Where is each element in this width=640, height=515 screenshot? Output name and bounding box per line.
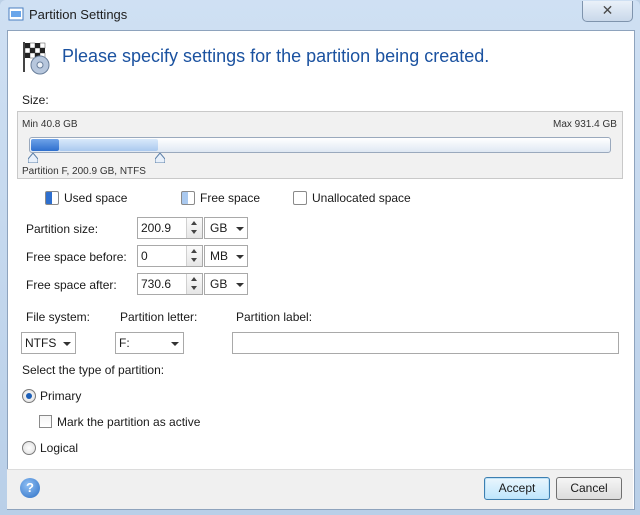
primary-radio[interactable] bbox=[22, 389, 36, 403]
chevron-down-icon bbox=[236, 283, 244, 287]
max-size-label: Max 931.4 GB bbox=[553, 119, 617, 130]
help-icon[interactable]: ? bbox=[20, 478, 40, 498]
logical-radio-label[interactable]: Logical bbox=[40, 441, 78, 455]
free-space-after-unit-value: GB bbox=[210, 277, 228, 291]
min-size-label: Min 40.8 GB bbox=[22, 119, 78, 130]
cancel-button[interactable]: Cancel bbox=[556, 477, 622, 500]
free-space-after-value: 730.6 bbox=[141, 277, 172, 291]
slider-right-handle[interactable] bbox=[155, 153, 165, 163]
close-button[interactable]: ✕ bbox=[582, 1, 633, 22]
dialog-client-area bbox=[7, 30, 635, 510]
unallocated-space-legend-icon bbox=[293, 191, 307, 205]
unallocated-space-legend-label: Unallocated space bbox=[312, 191, 411, 205]
partition-letter-value: F: bbox=[119, 336, 130, 350]
mark-active-checkbox[interactable] bbox=[39, 415, 52, 428]
chevron-down-icon bbox=[171, 342, 179, 346]
accept-button[interactable]: Accept bbox=[484, 477, 550, 500]
free-space-after-spin-arrows[interactable] bbox=[186, 274, 202, 294]
free-space-before-unit-value: MB bbox=[210, 249, 228, 263]
used-space-bar bbox=[31, 139, 59, 151]
chevron-down-icon bbox=[63, 342, 71, 346]
partition-letter-label: Partition letter: bbox=[120, 310, 198, 324]
size-label: Size: bbox=[22, 93, 49, 107]
logical-radio[interactable] bbox=[22, 441, 36, 455]
window-title: Partition Settings bbox=[29, 7, 128, 22]
free-space-legend-icon bbox=[181, 191, 195, 205]
free-space-after-spinner[interactable]: 730.6 bbox=[137, 273, 203, 295]
slider-left-handle[interactable] bbox=[28, 153, 38, 163]
partition-size-label: Partition size: bbox=[26, 222, 99, 236]
primary-radio-label[interactable]: Primary bbox=[40, 389, 81, 403]
file-system-label: File system: bbox=[26, 310, 91, 324]
free-space-bar bbox=[59, 139, 158, 151]
free-space-after-unit-dropdown[interactable]: GB bbox=[204, 273, 248, 295]
file-system-dropdown[interactable]: NTFS bbox=[21, 332, 76, 354]
partition-size-value: 200.9 bbox=[141, 221, 172, 235]
checkered-flag-disk-icon bbox=[23, 42, 50, 75]
free-space-before-spinner[interactable]: 0 bbox=[137, 245, 203, 267]
partition-label-input[interactable] bbox=[232, 332, 619, 354]
free-space-after-label: Free space after: bbox=[26, 278, 117, 292]
chevron-down-icon bbox=[236, 227, 244, 231]
used-space-legend-icon bbox=[45, 191, 59, 205]
title-bar: Partition Settings ✕ bbox=[0, 0, 640, 30]
partition-size-unit-value: GB bbox=[210, 221, 228, 235]
free-space-before-spin-arrows[interactable] bbox=[186, 246, 202, 266]
partition-type-label: Select the type of partition: bbox=[22, 363, 165, 377]
file-system-value: NTFS bbox=[25, 336, 57, 350]
chevron-down-icon bbox=[236, 255, 244, 259]
partition-label-label: Partition label: bbox=[236, 310, 313, 324]
free-space-before-label: Free space before: bbox=[26, 250, 127, 264]
partition-size-unit-dropdown[interactable]: GB bbox=[204, 217, 248, 239]
free-space-legend-label: Free space bbox=[200, 191, 261, 205]
partition-size-spinner[interactable]: 200.9 bbox=[137, 217, 203, 239]
page-title: Please specify settings for the partitio… bbox=[62, 46, 490, 66]
partition-letter-dropdown[interactable]: F: bbox=[115, 332, 184, 354]
mark-active-label[interactable]: Mark the partition as active bbox=[57, 415, 200, 429]
partition-caption: Partition F, 200.9 GB, NTFS bbox=[22, 166, 146, 177]
used-space-legend-label: Used space bbox=[64, 191, 128, 205]
partition-settings-icon bbox=[8, 7, 24, 21]
partition-size-spin-arrows[interactable] bbox=[186, 218, 202, 238]
free-space-before-value: 0 bbox=[141, 249, 148, 263]
free-space-before-unit-dropdown[interactable]: MB bbox=[204, 245, 248, 267]
